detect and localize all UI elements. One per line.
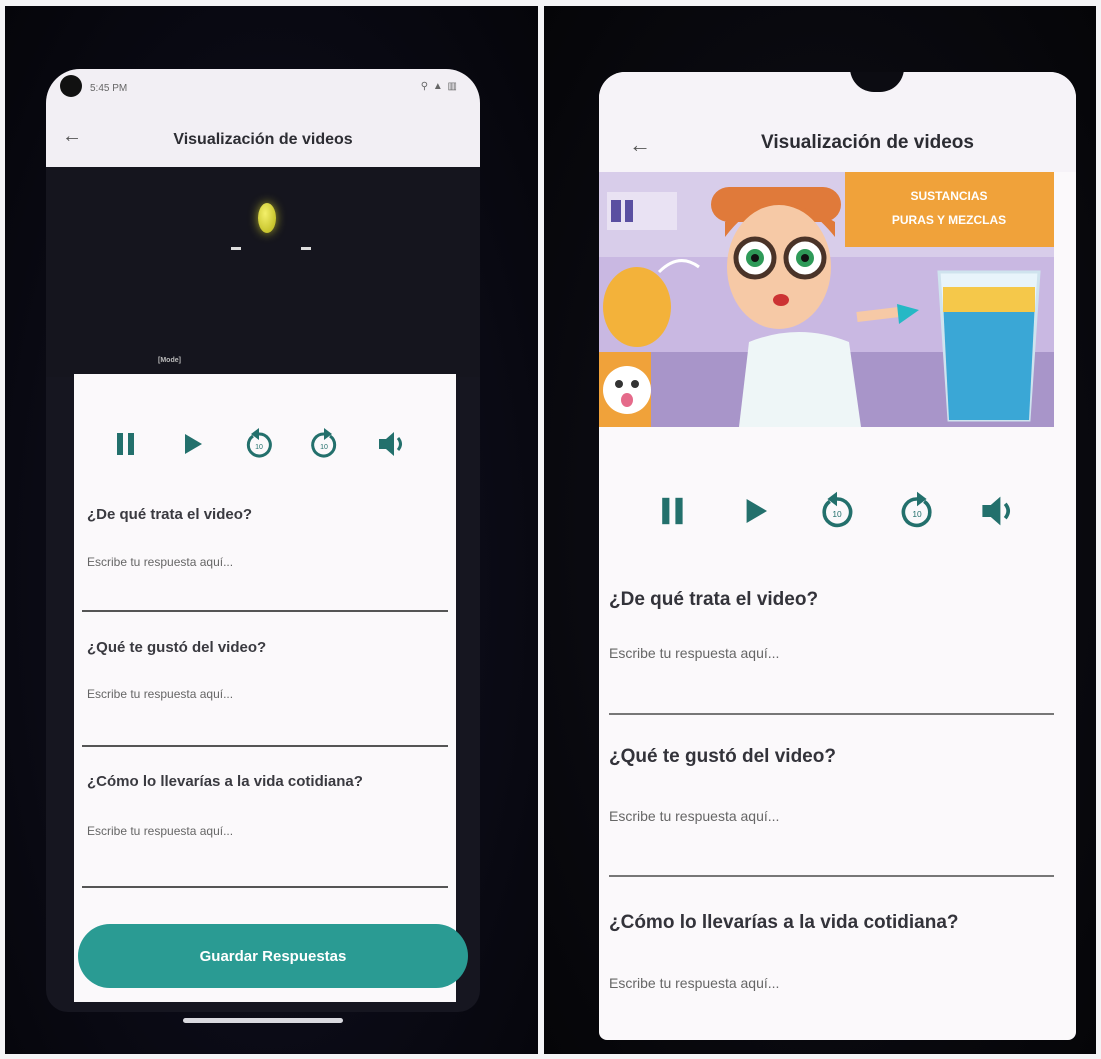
- loading-indicator: [258, 203, 276, 233]
- app-bar: ← Visualización de videos: [46, 109, 480, 167]
- answer-3-input[interactable]: Escribe tu respuesta aquí...: [609, 975, 779, 991]
- playback-controls: 10 10: [599, 487, 1076, 537]
- home-indicator: [183, 1018, 343, 1023]
- left-phone-photo: 5:45 PM ⚲ ▲ ▥ ← Visualización de videos …: [5, 6, 538, 1054]
- back-arrow-icon[interactable]: ←: [629, 132, 651, 158]
- play-icon[interactable]: [172, 424, 212, 464]
- answer-2-underline: [82, 745, 448, 747]
- question-3-label: ¿Cómo lo llevarías a la vida cotidiana?: [609, 912, 959, 933]
- answer-2-input[interactable]: Escribe tu respuesta aquí...: [87, 687, 233, 701]
- volume-icon[interactable]: [974, 487, 1022, 535]
- status-bar: 5:45 PM ⚲ ▲ ▥: [46, 69, 480, 109]
- svg-text:10: 10: [320, 444, 328, 451]
- page-title: Visualización de videos: [173, 131, 353, 148]
- answer-1-underline: [609, 713, 1054, 715]
- rewind-10-icon[interactable]: 10: [813, 487, 861, 535]
- svg-text:10: 10: [832, 509, 842, 519]
- right-phone-screen: ← Visualización de videos SUSTANCIAS PUR…: [599, 72, 1076, 1040]
- status-time: 5:45 PM: [90, 83, 128, 94]
- video-player-loading[interactable]: [Mode]: [46, 167, 480, 377]
- left-phone-screen: 5:45 PM ⚲ ▲ ▥ ← Visualización de videos …: [46, 69, 480, 1012]
- question-2-label: ¿Qué te gustó del video?: [609, 746, 836, 767]
- front-camera: [60, 75, 82, 97]
- display-notch: [850, 72, 904, 92]
- answer-1-underline: [82, 610, 448, 612]
- thumbnail-title-line1: SUSTANCIAS: [910, 189, 987, 203]
- video-mode-tag: [Mode]: [158, 357, 181, 364]
- forward-10-icon[interactable]: 10: [304, 424, 344, 464]
- right-phone-photo: ← Visualización de videos SUSTANCIAS PUR…: [544, 6, 1096, 1054]
- status-icons: ⚲ ▲ ▥: [420, 81, 458, 92]
- video-thumbnail[interactable]: SUSTANCIAS PURAS Y MEZCLAS: [599, 172, 1054, 427]
- page-title: Visualización de videos: [761, 132, 974, 153]
- question-3-label: ¿Cómo lo llevarías a la vida cotidiana?: [87, 773, 363, 790]
- play-icon[interactable]: [731, 487, 779, 535]
- svg-text:10: 10: [912, 509, 922, 519]
- loading-dash-left: [231, 247, 241, 250]
- answer-2-input[interactable]: Escribe tu respuesta aquí...: [609, 808, 779, 824]
- app-bar: ← Visualización de videos: [599, 72, 1076, 172]
- question-1-label: ¿De qué trata el video?: [87, 506, 253, 523]
- thumbnail-illustration: SUSTANCIAS PURAS Y MEZCLAS: [599, 172, 1054, 427]
- answer-3-underline: [82, 886, 448, 888]
- thumbnail-title-line2: PURAS Y MEZCLAS: [892, 213, 1006, 227]
- answer-3-input[interactable]: Escribe tu respuesta aquí...: [87, 824, 233, 838]
- pause-icon[interactable]: [649, 487, 697, 535]
- rewind-10-icon[interactable]: 10: [239, 424, 279, 464]
- question-1-label: ¿De qué trata el video?: [609, 589, 819, 610]
- save-answers-button[interactable]: Guardar Respuestas: [78, 924, 468, 988]
- svg-text:10: 10: [255, 444, 263, 451]
- answer-1-input[interactable]: Escribe tu respuesta aquí...: [609, 645, 779, 661]
- forward-10-icon[interactable]: 10: [893, 487, 941, 535]
- playback-controls: 10 10: [74, 424, 456, 464]
- answer-2-underline: [609, 875, 1054, 877]
- question-2-label: ¿Qué te gustó del video?: [87, 639, 267, 656]
- answers-panel: 10 10 ¿De qué trata el video? Escribe tu…: [74, 374, 468, 1002]
- pause-icon[interactable]: [106, 424, 146, 464]
- loading-dash-right: [301, 247, 311, 250]
- volume-icon[interactable]: [372, 424, 412, 464]
- answer-1-input[interactable]: Escribe tu respuesta aquí...: [87, 555, 233, 569]
- answers-panel: 10 10 ¿De qué trata el video? Escribe tu…: [599, 427, 1076, 1040]
